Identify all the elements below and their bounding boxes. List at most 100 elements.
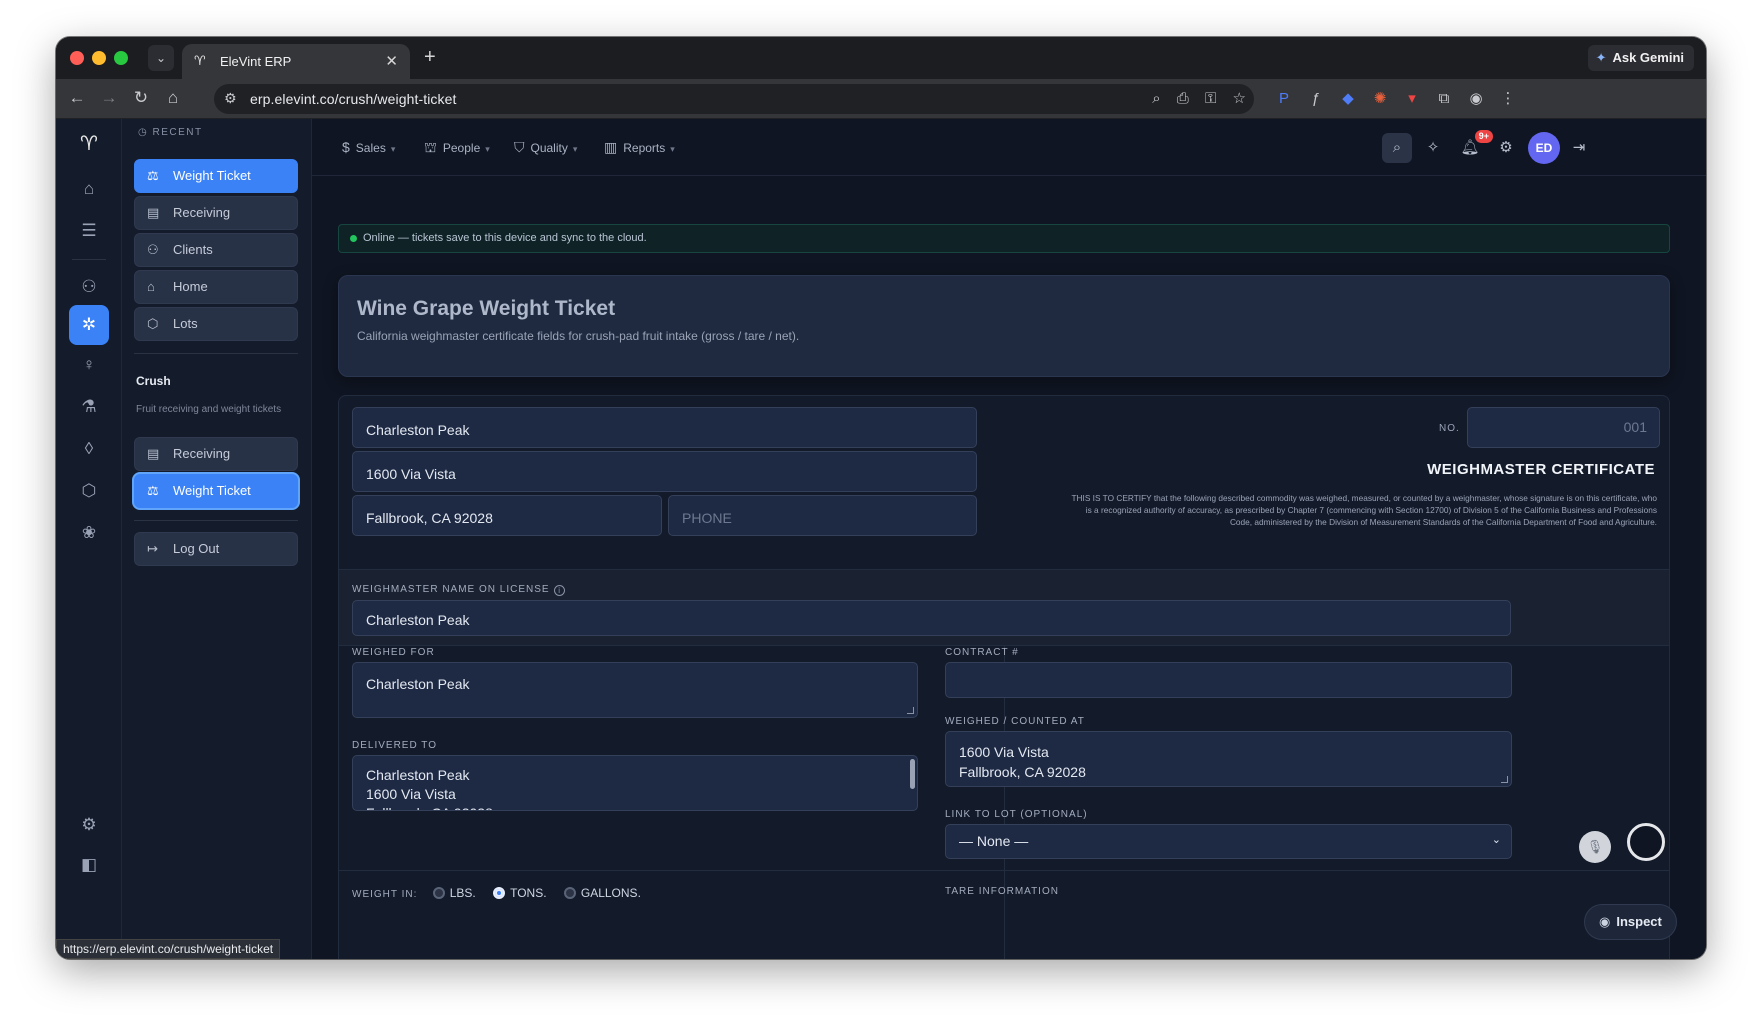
ask-gemini-button[interactable]: ✦ Ask Gemini: [1587, 45, 1694, 71]
recent-item-home[interactable]: ⌂ Home: [134, 270, 298, 304]
weighmaster-band: WEIGHMASTER NAME ON LICENSE i Charleston …: [339, 569, 1669, 646]
extension-burst-icon[interactable]: ✺: [1364, 89, 1396, 107]
global-search-icon[interactable]: ⌕: [1382, 133, 1412, 163]
elevint-logo-icon[interactable]: ♈: [76, 131, 102, 157]
info-icon[interactable]: i: [553, 585, 565, 596]
rail-inventory-box-icon[interactable]: ⬡: [69, 471, 109, 511]
browser-menu-icon[interactable]: ⋮: [1492, 89, 1524, 107]
chevron-down-icon: ▾: [670, 144, 675, 154]
company-address-input[interactable]: 1600 Via Vista: [352, 451, 977, 492]
omnibox-action-icons[interactable]: ⌕ ⎙ ⚿ ☆: [1152, 89, 1246, 107]
extension-p-icon[interactable]: P: [1268, 90, 1300, 107]
favicon-icon: ♈: [194, 53, 206, 68]
ticket-number-input[interactable]: 001: [1467, 407, 1660, 448]
reload-icon[interactable]: ↻: [130, 88, 152, 108]
user-avatar[interactable]: ED: [1528, 132, 1560, 164]
rail-tasks-icon[interactable]: ☰: [69, 211, 109, 251]
notifications-bell-icon[interactable]: 🔔︎ 9+: [1455, 130, 1493, 163]
install-app-icon[interactable]: ⎙: [1177, 90, 1189, 107]
radio-button[interactable]: [432, 887, 445, 899]
home-icon[interactable]: ⌂: [162, 88, 184, 108]
chevron-down-icon: ▾: [572, 144, 578, 154]
extensions-puzzle-icon[interactable]: ⧉: [1428, 90, 1460, 107]
radio-gallons[interactable]: GALLONS.: [563, 886, 641, 900]
rail-droplet-icon[interactable]: ◊: [69, 429, 109, 469]
delivered-to-textarea[interactable]: Charleston Peak 1600 Via Vista Fallbrook…: [352, 755, 918, 811]
radio-button-selected[interactable]: [493, 887, 506, 899]
address-url[interactable]: erp.elevint.co/crush/weight-ticket: [250, 91, 457, 107]
recording-ring-button[interactable]: [1627, 823, 1665, 861]
nav-people[interactable]: ⛫ People ▾: [424, 139, 490, 158]
nav-reports[interactable]: ▥ Reports ▾: [604, 139, 675, 156]
extension-tag-icon[interactable]: ◆: [1332, 89, 1364, 107]
tab-search-dropdown-icon[interactable]: ⌄: [148, 45, 174, 71]
page-title: Wine Grape Weight Ticket: [357, 297, 616, 320]
recent-item-weight-ticket[interactable]: ⚖ Weight Ticket: [134, 159, 298, 193]
site-info-icon[interactable]: ⚙: [224, 90, 237, 107]
browser-tab[interactable]: ♈ EleVint ERP ✕: [182, 44, 410, 79]
radio-tons[interactable]: TONS.: [493, 886, 547, 900]
sign-out-icon[interactable]: ⇥: [1564, 133, 1594, 163]
forward-arrow-icon[interactable]: →: [98, 88, 120, 108]
minimize-window-button[interactable]: [92, 51, 106, 65]
close-window-button[interactable]: [70, 51, 84, 65]
users-icon: ⚇: [147, 242, 159, 257]
extension-fx-icon[interactable]: ƒ: [1300, 90, 1332, 107]
back-arrow-icon[interactable]: ←: [66, 88, 88, 108]
sidebar-item-weight-ticket[interactable]: ⚖ Weight Ticket: [134, 474, 298, 508]
nav-quality[interactable]: ⛉ Quality ▾: [514, 139, 577, 156]
weighed-for-textarea[interactable]: Charleston Peak: [352, 662, 918, 718]
sidebar-item-receiving[interactable]: ▤ Receiving: [134, 437, 298, 471]
recent-item-receiving[interactable]: ▤ Receiving: [134, 196, 298, 230]
recent-item-lots[interactable]: ⬡ Lots: [134, 307, 298, 341]
rail-crush-icon[interactable]: ✲: [69, 305, 109, 345]
chevron-down-icon: ▾: [485, 144, 490, 154]
tab-close-icon[interactable]: ✕: [385, 52, 398, 70]
company-city-input[interactable]: Fallbrook, CA 92028: [352, 495, 662, 536]
contract-input[interactable]: [945, 662, 1512, 698]
new-tab-icon[interactable]: +: [424, 46, 436, 69]
logout-button[interactable]: ↦ Log Out: [134, 532, 298, 566]
recent-item-clients[interactable]: ⚇ Clients: [134, 233, 298, 267]
weighmaster-name-input[interactable]: Charleston Peak: [352, 600, 1511, 636]
top-navigation: $ Sales ▾ ⛫ People ▾ ⛉ Quality ▾ ▥ Reports ▾ ⌕ ✧…: [312, 119, 1706, 176]
maximize-window-button[interactable]: [114, 51, 128, 65]
zoom-icon[interactable]: ⌕: [1152, 90, 1160, 107]
chevron-down-icon: ▾: [390, 144, 396, 154]
radio-button[interactable]: [563, 887, 576, 899]
mic-muted-icon[interactable]: 🎙︎: [1579, 831, 1611, 863]
recent-item-label: Weight Ticket: [173, 168, 251, 183]
rail-settings-icon[interactable]: ⚙: [69, 805, 109, 845]
rail-home-icon[interactable]: ⌂: [69, 169, 109, 209]
weighed-at-textarea[interactable]: 1600 Via Vista Fallbrook, CA 92028: [945, 731, 1512, 787]
resize-handle-icon[interactable]: [907, 707, 914, 714]
panel-divider: [134, 353, 298, 354]
tare-information-label: TARE INFORMATION: [945, 886, 1059, 897]
settings-gear-icon[interactable]: ⚙: [1491, 133, 1521, 163]
company-name-input[interactable]: Charleston Peak: [352, 407, 977, 448]
rail-vineyard-icon[interactable]: ♀: [69, 345, 109, 385]
ai-sparkle-icon[interactable]: ✧: [1418, 133, 1448, 163]
password-key-icon[interactable]: ⚿: [1205, 90, 1216, 107]
online-status-dot: [350, 235, 357, 242]
textarea-scrollbar[interactable]: [910, 759, 915, 789]
scale-icon: ⚖: [147, 483, 159, 498]
rail-clients-icon[interactable]: ⚇: [69, 267, 109, 307]
gemini-spark-icon: ✦: [1595, 50, 1607, 65]
weighed-for-label: WEIGHED FOR: [352, 647, 435, 658]
rail-grapes-icon[interactable]: ❀: [69, 513, 109, 553]
radio-lbs[interactable]: LBS.: [432, 886, 476, 900]
nav-sales[interactable]: $ Sales ▾: [342, 139, 395, 155]
profile-icon[interactable]: ◉: [1460, 89, 1492, 107]
bookmark-star-icon[interactable]: ☆: [1233, 90, 1246, 107]
extension-red-icon[interactable]: ▾: [1396, 89, 1428, 107]
phone-input[interactable]: PHONE: [668, 495, 977, 536]
link-lot-select[interactable]: — None — ⌄: [945, 824, 1512, 859]
shield-icon: ⛉: [514, 139, 525, 155]
address-bar[interactable]: ⚙ erp.elevint.co/crush/weight-ticket ⌕ ⎙…: [214, 84, 1254, 114]
rail-lab-flask-icon[interactable]: ⚗: [69, 387, 109, 427]
rail-collapse-panel-icon[interactable]: ◧: [69, 845, 109, 885]
dollar-icon: $: [342, 139, 350, 155]
resize-handle-icon[interactable]: [1501, 776, 1508, 783]
inspect-button[interactable]: ◉ Inspect: [1584, 904, 1677, 940]
